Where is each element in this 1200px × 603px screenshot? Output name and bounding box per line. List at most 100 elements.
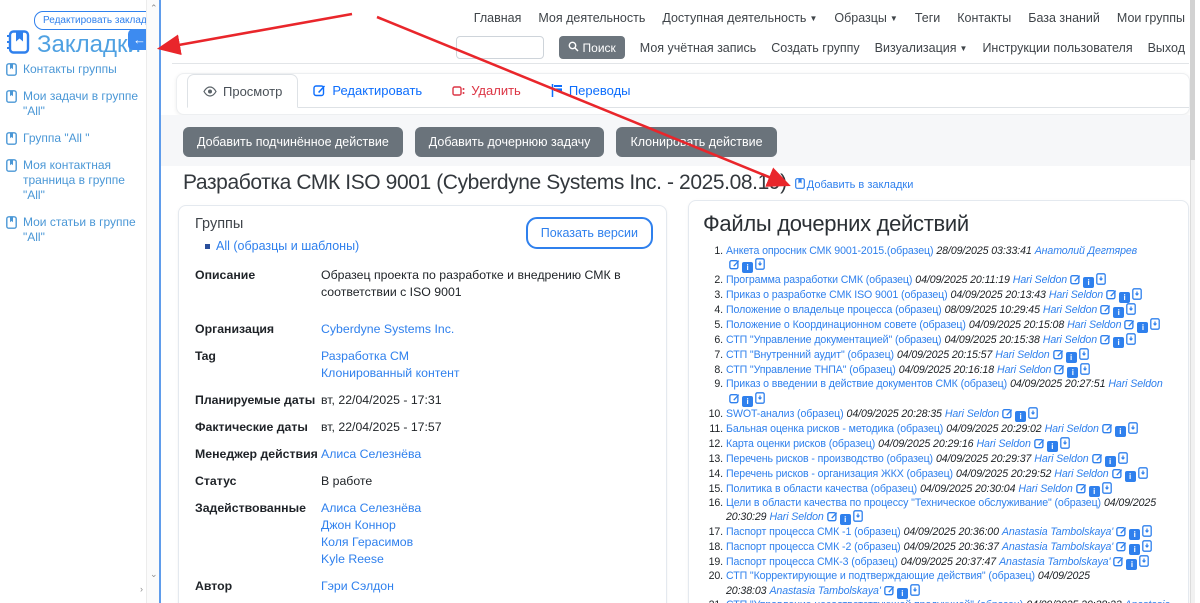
- sidebar-item[interactable]: Мои задачи в группе "All": [6, 89, 144, 119]
- file-info-icon[interactable]: i: [1129, 544, 1140, 555]
- file-edit-icon[interactable]: [1054, 364, 1065, 375]
- file-author-link[interactable]: Hari Seldon: [945, 408, 999, 420]
- file-edit-icon[interactable]: [1102, 423, 1113, 434]
- file-author-link[interactable]: Hari Seldon: [769, 511, 823, 523]
- file-author-link[interactable]: Hari Seldon: [1013, 274, 1067, 286]
- file-author-link[interactable]: Hari Seldon: [995, 349, 1049, 361]
- file-info-icon[interactable]: i: [1119, 292, 1130, 303]
- file-edit-icon[interactable]: [1124, 319, 1135, 330]
- file-edit-icon[interactable]: [1053, 349, 1064, 360]
- file-download-icon[interactable]: [1142, 540, 1152, 552]
- file-info-icon[interactable]: i: [1129, 529, 1140, 540]
- file-author-link[interactable]: Hari Seldon: [997, 364, 1051, 376]
- file-info-icon[interactable]: i: [1105, 456, 1116, 467]
- file-author-link[interactable]: Anastasia Tambolskaya': [769, 585, 880, 597]
- file-download-icon[interactable]: [1060, 437, 1070, 449]
- file-info-icon[interactable]: i: [840, 514, 851, 525]
- file-edit-icon[interactable]: [1112, 468, 1123, 479]
- field-value-link[interactable]: Коля Герасимов: [321, 535, 413, 549]
- file-author-link[interactable]: Anastasia Tambolskaya': [1002, 541, 1113, 553]
- file-link[interactable]: Цели в области качества по процессу "Тех…: [726, 497, 1101, 509]
- nav-link[interactable]: Теги: [915, 11, 940, 25]
- file-download-icon[interactable]: [1132, 288, 1142, 300]
- action-button[interactable]: Добавить дочернюю задачу: [415, 127, 605, 157]
- sidebar-scrollbar[interactable]: ⌃ ⌄: [146, 0, 159, 603]
- file-link[interactable]: СТП "Управление несоответствующей продук…: [726, 599, 1023, 603]
- nav-link[interactable]: Моя учётная запись: [640, 41, 756, 55]
- nav-link[interactable]: Доступная деятельность▼: [662, 11, 817, 25]
- file-author-link[interactable]: Hari Seldon: [1043, 334, 1097, 346]
- file-download-icon[interactable]: [1138, 467, 1148, 479]
- tab-flag[interactable]: Переводы: [536, 74, 646, 107]
- file-download-icon[interactable]: [1142, 525, 1152, 537]
- file-link[interactable]: Положение о владельце процесса (образец): [726, 304, 942, 316]
- file-author-link[interactable]: Anastasia Tambolskaya': [1002, 526, 1113, 538]
- file-download-icon[interactable]: [1028, 407, 1038, 419]
- file-info-icon[interactable]: i: [1047, 441, 1058, 452]
- file-edit-icon[interactable]: [1092, 453, 1103, 464]
- file-download-icon[interactable]: [1096, 273, 1106, 285]
- tab-eye[interactable]: Просмотр: [187, 74, 298, 108]
- scroll-up-icon[interactable]: ⌃: [150, 4, 158, 13]
- file-edit-icon[interactable]: [729, 393, 740, 404]
- file-edit-icon[interactable]: [729, 259, 740, 270]
- group-link[interactable]: All (образцы и шаблоны): [216, 239, 359, 253]
- sidebar-item[interactable]: Моя контактная транница в группе "All": [6, 158, 144, 203]
- field-value-link[interactable]: Гэри Сэлдон: [321, 579, 394, 593]
- file-download-icon[interactable]: [1126, 333, 1136, 345]
- nav-link[interactable]: Образцы▼: [834, 11, 897, 25]
- file-info-icon[interactable]: i: [897, 588, 908, 599]
- file-link[interactable]: Бальная оценка рисков - методика (образе…: [726, 423, 943, 435]
- file-author-link[interactable]: Hari Seldon: [976, 438, 1030, 450]
- file-edit-icon[interactable]: [1116, 526, 1127, 537]
- file-link[interactable]: СТП "Внутренний аудит" (образец): [726, 349, 894, 361]
- file-info-icon[interactable]: i: [1083, 277, 1094, 288]
- file-info-icon[interactable]: i: [1137, 322, 1148, 333]
- file-info-icon[interactable]: i: [1066, 352, 1077, 363]
- file-edit-icon[interactable]: [1100, 334, 1111, 345]
- field-value-link[interactable]: Клонированный контент: [321, 366, 460, 380]
- sidebar-item[interactable]: Мои статьи в группе "All": [6, 215, 144, 245]
- file-download-icon[interactable]: [1150, 318, 1160, 330]
- file-link[interactable]: Паспорт процесса СМК-3 (образец): [726, 556, 898, 568]
- file-info-icon[interactable]: i: [1115, 426, 1126, 437]
- add-to-bookmarks-link[interactable]: Добавить в закладки: [795, 178, 914, 192]
- file-download-icon[interactable]: [1118, 452, 1128, 464]
- file-info-icon[interactable]: i: [742, 396, 753, 407]
- file-link[interactable]: Приказ о введении в действие документов …: [726, 378, 1007, 390]
- field-value-link[interactable]: Cyberdyne Systems Inc.: [321, 322, 454, 336]
- file-link[interactable]: Перечень рисков - организация ЖКХ (образ…: [726, 468, 953, 480]
- file-download-icon[interactable]: [1080, 363, 1090, 375]
- page-scrollbar[interactable]: [1190, 0, 1195, 603]
- file-download-icon[interactable]: [853, 510, 863, 522]
- file-link[interactable]: Приказ о разработке СМК ISO 9001 (образе…: [726, 289, 948, 301]
- file-link[interactable]: Карта оценки рисков (образец): [726, 438, 875, 450]
- file-download-icon[interactable]: [1139, 555, 1149, 567]
- tab-delete[interactable]: Удалить: [437, 74, 536, 107]
- nav-link[interactable]: Контакты: [957, 11, 1011, 25]
- sidebar-item[interactable]: Группа "All ": [6, 131, 144, 146]
- file-link[interactable]: Паспорт процесса СМК -2 (образец): [726, 541, 901, 553]
- sidebar-item[interactable]: Контакты группы: [6, 62, 144, 77]
- file-info-icon[interactable]: i: [1125, 471, 1136, 482]
- nav-link[interactable]: Мои группы: [1117, 11, 1185, 25]
- scroll-right-icon[interactable]: ›: [140, 585, 143, 594]
- file-link[interactable]: Паспорт процесса СМК -1 (образец): [726, 526, 901, 538]
- file-author-link[interactable]: Hari Seldon: [1045, 423, 1099, 435]
- nav-link[interactable]: Главная: [474, 11, 522, 25]
- file-download-icon[interactable]: [910, 584, 920, 596]
- file-link[interactable]: Перечень рисков - производство (образец): [726, 453, 933, 465]
- file-download-icon[interactable]: [1128, 422, 1138, 434]
- file-link[interactable]: Политика в области качества (образец): [726, 483, 917, 495]
- file-download-icon[interactable]: [1126, 303, 1136, 315]
- nav-link[interactable]: База знаний: [1028, 11, 1100, 25]
- file-author-link[interactable]: Hari Seldon: [1049, 289, 1103, 301]
- file-link[interactable]: SWOT-анализ (образец): [726, 408, 844, 420]
- file-download-icon[interactable]: [755, 258, 765, 270]
- file-info-icon[interactable]: i: [1113, 337, 1124, 348]
- file-info-icon[interactable]: i: [1126, 559, 1137, 570]
- nav-link[interactable]: Создать группу: [771, 41, 859, 55]
- search-button[interactable]: Поиск: [559, 36, 625, 59]
- file-author-link[interactable]: Hari Seldon: [1067, 319, 1121, 331]
- file-info-icon[interactable]: i: [1015, 411, 1026, 422]
